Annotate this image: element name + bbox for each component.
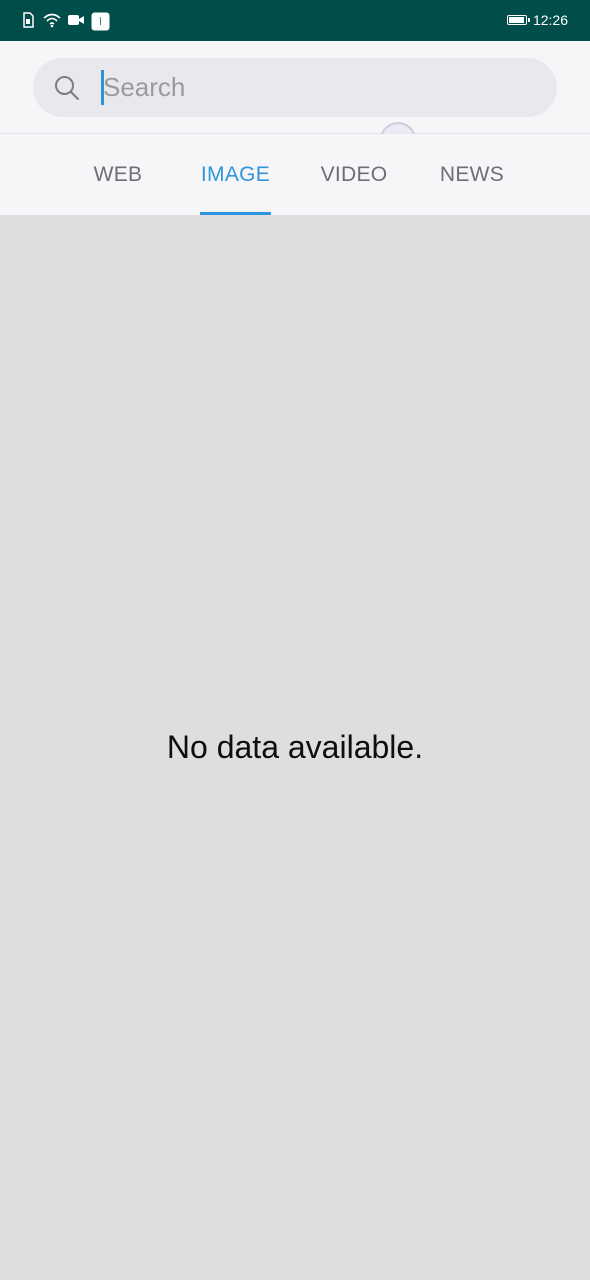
video-camera-icon: [67, 12, 85, 30]
battery-icon: [506, 15, 530, 25]
sim-card-icon: [22, 12, 37, 30]
search-header: [0, 41, 590, 158]
status-icons-left: أ: [22, 11, 110, 31]
tab-label: VIDEO: [320, 162, 388, 186]
tab-label: NEWS: [439, 162, 505, 186]
battery-level: [508, 17, 524, 23]
app-notification-icon: أ: [91, 12, 110, 31]
tab-label: WEB: [93, 162, 143, 186]
tab-video[interactable]: VIDEO: [312, 134, 396, 215]
wifi-icon: [43, 12, 61, 30]
tab-news[interactable]: NEWS: [430, 134, 514, 215]
status-icons-right: 12:26: [506, 10, 568, 30]
status-bar: أ 12:26: [0, 0, 590, 41]
tabs-bar: WEB IMAGE VIDEO NEWS: [0, 134, 590, 216]
tab-label: IMAGE: [200, 162, 271, 186]
search-icon[interactable]: [54, 75, 80, 101]
search-input[interactable]: [103, 70, 533, 105]
svg-text:أ: أ: [99, 17, 101, 27]
tab-web[interactable]: WEB: [78, 134, 158, 215]
active-tab-indicator: [200, 212, 271, 215]
clock: 12:26: [532, 12, 568, 28]
results-area: No data available.: [0, 216, 590, 1280]
empty-state-message: No data available.: [166, 729, 424, 765]
tab-image[interactable]: IMAGE: [200, 134, 271, 215]
search-box[interactable]: [33, 58, 557, 117]
